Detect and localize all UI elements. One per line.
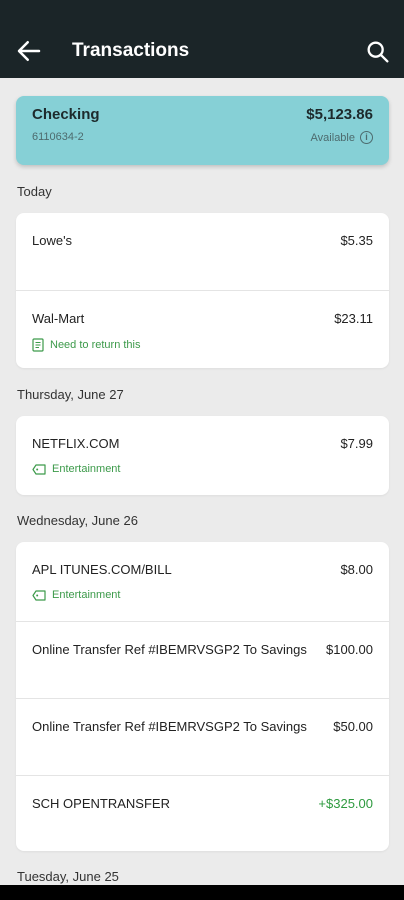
category-text: Entertainment (52, 463, 121, 475)
available-text: Available (310, 131, 355, 144)
transaction-name: Online Transfer Ref #IBEMRVSGP2 To Savin… (32, 719, 307, 734)
transaction-amount: $50.00 (333, 719, 373, 734)
category-text: Entertainment (52, 589, 121, 601)
transaction-amount: $8.00 (340, 562, 373, 577)
transaction-name: NETFLIX.COM (32, 436, 120, 451)
transaction-row[interactable]: SCH OPENTRANSFER +$325.00 (16, 775, 389, 851)
transaction-name: APL ITUNES.COM/BILL (32, 562, 172, 577)
account-name: Checking (32, 106, 100, 123)
tag-icon (32, 463, 46, 475)
transaction-group: NETFLIX.COM $7.99 Entertainment (16, 416, 389, 495)
transaction-row[interactable]: APL ITUNES.COM/BILL $8.00 Entertainment (16, 542, 389, 621)
transaction-category: Entertainment (32, 589, 120, 601)
date-header: Today (17, 184, 52, 199)
transaction-name: SCH OPENTRANSFER (32, 796, 170, 811)
transaction-note: Need to return this (32, 338, 141, 352)
info-icon[interactable]: i (360, 131, 373, 144)
transaction-name: Lowe's (32, 233, 73, 248)
transaction-amount: $100.00 (326, 642, 373, 657)
transaction-row[interactable]: Lowe's $5.35 (16, 213, 389, 290)
page-title: Transactions (72, 40, 190, 61)
tag-icon (32, 589, 46, 601)
note-text: Need to return this (50, 339, 141, 351)
date-header: Thursday, June 27 (17, 387, 124, 402)
transaction-row[interactable]: Online Transfer Ref #IBEMRVSGP2 To Savin… (16, 621, 389, 698)
transaction-row[interactable]: Wal-Mart $23.11 Need to return this (16, 290, 389, 368)
app-bar: Transactions (0, 0, 404, 78)
transaction-amount: +$325.00 (318, 796, 373, 811)
transaction-amount: $23.11 (334, 311, 373, 326)
account-balance: $5,123.86 (306, 106, 373, 123)
transaction-group: APL ITUNES.COM/BILL $8.00 Entertainment … (16, 542, 389, 851)
transaction-row[interactable]: Online Transfer Ref #IBEMRVSGP2 To Savin… (16, 698, 389, 775)
transaction-row[interactable]: NETFLIX.COM $7.99 Entertainment (16, 416, 389, 495)
arrow-left-icon[interactable] (14, 36, 44, 66)
transaction-category: Entertainment (32, 463, 120, 475)
available-label: Available i (311, 131, 373, 144)
transaction-name: Wal-Mart (32, 311, 85, 326)
system-nav-bar (0, 885, 404, 900)
transaction-amount: $7.99 (340, 436, 373, 451)
transaction-amount: $5.35 (340, 233, 373, 248)
date-header: Tuesday, June 25 (17, 869, 119, 884)
note-icon (32, 338, 44, 352)
account-number: 6110634-2 (32, 131, 84, 143)
transaction-name: Online Transfer Ref #IBEMRVSGP2 To Savin… (32, 642, 307, 657)
search-icon[interactable] (364, 38, 392, 66)
date-header: Wednesday, June 26 (17, 513, 138, 528)
account-card[interactable]: Checking 6110634-2 $5,123.86 Available i (16, 96, 389, 165)
transaction-group: Lowe's $5.35 Wal-Mart $23.11 Need to ret… (16, 213, 389, 368)
